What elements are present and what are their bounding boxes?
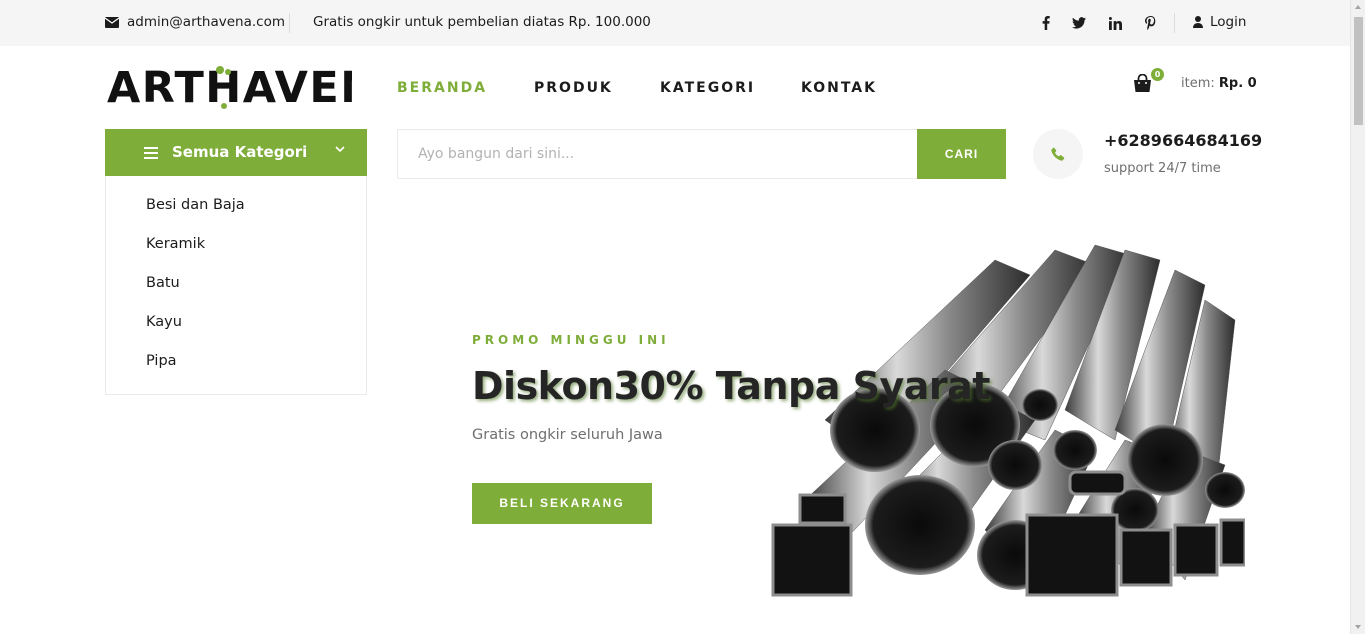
all-categories-toggle[interactable]: Semua Kategori bbox=[105, 129, 367, 176]
facebook-icon[interactable] bbox=[1037, 14, 1055, 32]
divider bbox=[289, 13, 290, 33]
page-scrollbar[interactable] bbox=[1350, 0, 1365, 634]
search-button[interactable]: CARI bbox=[917, 129, 1006, 179]
hero-subtitle: Gratis ongkir seluruh Jawa bbox=[472, 427, 663, 443]
nav-kategori[interactable]: KATEGORI bbox=[660, 80, 755, 96]
cart-total-value: Rp. 0 bbox=[1218, 76, 1257, 91]
cart-count-badge: 0 bbox=[1151, 68, 1164, 81]
scrollbar-thumb[interactable] bbox=[1354, 17, 1363, 125]
nav-produk[interactable]: PRODUK bbox=[534, 80, 613, 96]
hero-image-steel-pipes bbox=[765, 240, 1247, 600]
twitter-icon[interactable] bbox=[1070, 14, 1088, 32]
category-item[interactable]: Keramik bbox=[146, 236, 205, 252]
email-contact[interactable]: admin@arthavena.com bbox=[105, 14, 285, 30]
categories-title: Semua Kategori bbox=[172, 143, 308, 161]
support-text: support 24/7 time bbox=[1104, 161, 1221, 176]
buy-now-button[interactable]: BELI SEKARANG bbox=[472, 483, 652, 524]
linkedin-icon[interactable] bbox=[1106, 14, 1124, 32]
chevron-down-icon bbox=[335, 146, 345, 153]
shipping-promo-text: Gratis ongkir untuk pembelian diatas Rp.… bbox=[313, 14, 651, 30]
nav-beranda[interactable]: BERANDA bbox=[397, 80, 487, 96]
cart-item-label: item: bbox=[1181, 76, 1215, 91]
envelope-icon bbox=[105, 16, 119, 28]
phone-number: +6289664684169 bbox=[1104, 131, 1263, 150]
divider bbox=[1174, 13, 1175, 33]
site-logo[interactable]: ARTHAVENA bbox=[107, 60, 411, 113]
email-text: admin@arthavena.com bbox=[127, 14, 285, 30]
cart-total: item: Rp. 0 bbox=[1181, 76, 1257, 91]
menu-bars-icon bbox=[144, 147, 158, 159]
pinterest-icon[interactable] bbox=[1141, 14, 1159, 32]
scroll-down-icon[interactable] bbox=[1355, 625, 1361, 629]
category-item[interactable]: Kayu bbox=[146, 314, 182, 330]
category-item[interactable]: Besi dan Baja bbox=[146, 197, 245, 213]
search-box bbox=[397, 129, 1006, 179]
hero-kicker: PROMO MINGGU INI bbox=[472, 333, 670, 347]
shopping-bag-icon[interactable] bbox=[1133, 73, 1153, 94]
category-list: Besi dan Baja Keramik Batu Kayu Pipa bbox=[105, 176, 367, 395]
phone-icon bbox=[1051, 147, 1065, 161]
category-item[interactable]: Pipa bbox=[146, 353, 177, 369]
phone-icon-circle bbox=[1033, 129, 1083, 179]
top-bar: admin@arthavena.com Gratis ongkir untuk … bbox=[0, 0, 1350, 46]
nav-kontak[interactable]: KONTAK bbox=[801, 80, 877, 96]
user-icon bbox=[1193, 16, 1203, 28]
login-link[interactable]: Login bbox=[1193, 14, 1246, 30]
scroll-up-icon[interactable] bbox=[1355, 5, 1361, 9]
category-item[interactable]: Batu bbox=[146, 275, 180, 291]
hero-title: Diskon30% Tanpa Syarat bbox=[472, 364, 990, 408]
search-input[interactable] bbox=[398, 130, 918, 178]
login-label: Login bbox=[1210, 14, 1247, 30]
